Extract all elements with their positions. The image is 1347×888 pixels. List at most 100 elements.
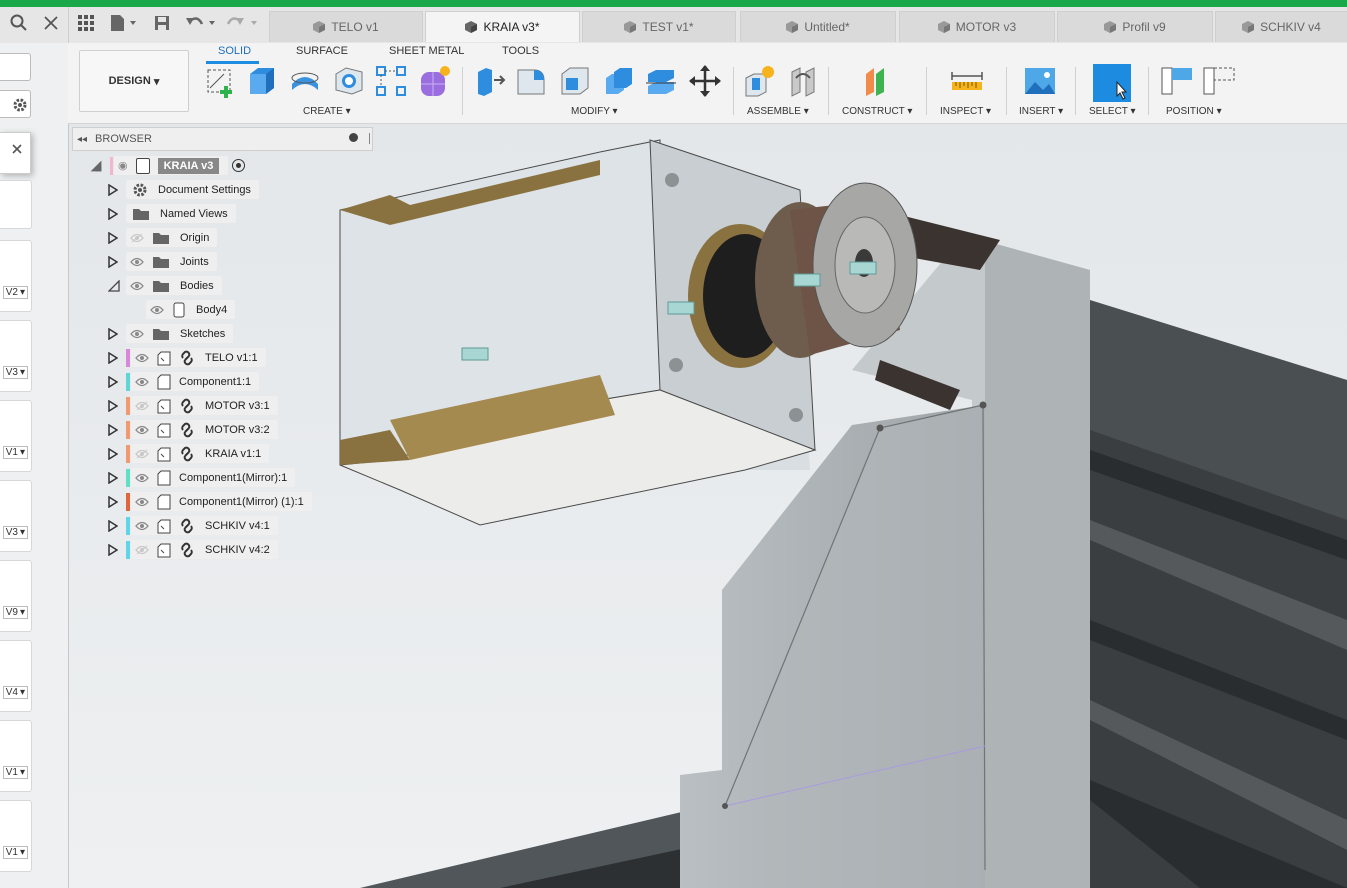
create-menu[interactable]: CREATE ▾ <box>303 106 351 117</box>
tab-surface[interactable]: SURFACE <box>296 45 348 57</box>
eye-icon[interactable] <box>135 425 151 435</box>
tab-solid[interactable]: SOLID <box>218 45 251 57</box>
version-badge[interactable]: V1 ▾ <box>2 846 28 859</box>
browser-node[interactable]: Named Views <box>126 204 236 223</box>
browser-node[interactable]: SCHKIV v4:2 <box>131 540 278 559</box>
new-component-icon[interactable] <box>742 64 776 98</box>
root-node[interactable]: ◉ KRAIA v3 <box>114 156 228 175</box>
hole-icon[interactable] <box>332 64 366 98</box>
expand-toggle-icon[interactable] <box>108 543 119 559</box>
version-badge[interactable]: V1 ▾ <box>2 446 28 459</box>
capture-position-icon[interactable] <box>1160 64 1194 98</box>
expand-toggle-icon[interactable] <box>108 351 119 367</box>
expand-toggle-icon[interactable] <box>108 399 119 415</box>
data-card[interactable]: V1 ▾ <box>0 720 32 792</box>
position-menu[interactable]: POSITION ▾ <box>1166 106 1222 117</box>
expand-toggle-icon[interactable] <box>108 183 119 199</box>
joint-icon[interactable] <box>786 64 820 98</box>
doc-tab-test[interactable]: TEST v1* <box>582 11 736 42</box>
eye-hidden-icon[interactable] <box>130 233 146 243</box>
browser-node[interactable]: Bodies <box>126 276 222 295</box>
doc-tab-motor[interactable]: MOTOR v3 <box>899 11 1055 42</box>
expand-toggle-icon[interactable] <box>108 471 119 487</box>
browser-minimize-icon[interactable] <box>349 133 358 142</box>
browser-node[interactable]: Component1(Mirror) (1):1 <box>131 492 312 511</box>
doc-tab-kraia[interactable]: KRAIA v3* <box>425 11 580 42</box>
expand-toggle-icon[interactable] <box>108 255 119 271</box>
expand-toggle-icon[interactable] <box>108 423 119 439</box>
insert-menu[interactable]: INSERT ▾ <box>1019 106 1063 117</box>
revolve-icon[interactable] <box>288 64 322 98</box>
browser-node[interactable]: Component1(Mirror):1 <box>131 468 296 487</box>
doc-tab-schkiv[interactable]: SCHKIV v4 <box>1215 11 1347 42</box>
eye-icon[interactable] <box>135 353 151 363</box>
pattern-icon[interactable] <box>374 64 408 98</box>
data-card[interactable]: V1 ▾ <box>0 800 32 872</box>
tab-tools[interactable]: TOOLS <box>502 45 539 57</box>
split-body-icon[interactable] <box>644 64 678 98</box>
eye-icon[interactable] <box>135 497 151 507</box>
doc-tab-untitled[interactable]: Untitled* <box>740 11 896 42</box>
search-icon[interactable] <box>8 12 30 34</box>
eye-icon[interactable] <box>130 329 146 339</box>
create-form-icon[interactable] <box>418 64 452 98</box>
eye-icon[interactable] <box>150 305 166 315</box>
expand-toggle-icon[interactable] <box>108 327 119 343</box>
browser-node[interactable]: KRAIA v1:1 <box>131 444 270 463</box>
root-expand-toggle[interactable] <box>90 160 102 172</box>
collapse-icon[interactable]: ◂◂ <box>77 134 87 145</box>
revert-position-icon[interactable] <box>1202 64 1236 98</box>
data-card[interactable]: V1 ▾ <box>0 400 32 472</box>
browser-node[interactable]: Joints <box>126 252 217 271</box>
eye-icon[interactable] <box>135 377 151 387</box>
create-sketch-icon[interactable] <box>204 64 238 98</box>
version-badge[interactable]: V3 ▾ <box>2 526 28 539</box>
eye-icon[interactable]: ◉ <box>118 159 128 172</box>
panel-input[interactable] <box>0 53 31 81</box>
eye-icon[interactable] <box>130 257 146 267</box>
browser-node[interactable]: TELO v1:1 <box>131 348 266 367</box>
browser-node[interactable]: Sketches <box>126 324 234 343</box>
undo-icon[interactable] <box>184 13 218 33</box>
press-pull-icon[interactable] <box>472 64 506 98</box>
expand-toggle-icon[interactable] <box>108 519 119 535</box>
expand-toggle-icon[interactable] <box>108 207 119 223</box>
grid-menu-icon[interactable] <box>76 13 96 33</box>
tab-sheet-metal[interactable]: SHEET METAL <box>389 45 464 57</box>
extrude-icon[interactable] <box>244 64 278 98</box>
data-card[interactable]: V3 ▾ <box>0 480 32 552</box>
version-badge[interactable]: V2 ▾ <box>2 286 28 299</box>
activate-radio-icon[interactable] <box>232 159 245 172</box>
shell-icon[interactable] <box>558 64 592 98</box>
workspace-switcher[interactable]: DESIGN ▾ <box>79 50 189 112</box>
eye-icon[interactable] <box>135 521 151 531</box>
browser-node[interactable]: Body4 <box>146 300 236 319</box>
select-menu[interactable]: SELECT ▾ <box>1089 106 1136 117</box>
version-badge[interactable]: V3 ▾ <box>2 366 28 379</box>
eye-hidden-icon[interactable] <box>135 449 151 459</box>
browser-node[interactable]: Origin <box>126 228 218 247</box>
browser-node[interactable]: SCHKIV v4:1 <box>131 516 278 535</box>
eye-hidden-icon[interactable] <box>135 545 151 555</box>
redo-icon[interactable] <box>226 13 260 33</box>
collapse-toggle-icon[interactable] <box>107 279 120 295</box>
settings-gear-icon[interactable] <box>10 95 30 115</box>
version-badge[interactable]: V9 ▾ <box>2 606 28 619</box>
eye-hidden-icon[interactable] <box>135 401 151 411</box>
select-tool-button[interactable] <box>1093 64 1131 102</box>
browser-node[interactable]: MOTOR v3:2 <box>131 420 278 439</box>
move-icon[interactable] <box>688 64 722 98</box>
doc-tab-profil[interactable]: Profil v9 <box>1057 11 1213 42</box>
data-card[interactable]: V4 ▾ <box>0 640 32 712</box>
file-menu-icon[interactable] <box>108 13 138 33</box>
browser-node[interactable]: Component1:1 <box>131 372 260 391</box>
browser-node[interactable]: MOTOR v3:1 <box>131 396 278 415</box>
browser-resize-handle[interactable] <box>369 133 370 144</box>
data-card[interactable]: V3 ▾ <box>0 320 32 392</box>
assemble-menu[interactable]: ASSEMBLE ▾ <box>747 106 809 117</box>
offset-plane-icon[interactable] <box>860 64 894 98</box>
insert-image-icon[interactable] <box>1023 64 1057 98</box>
browser-node[interactable]: Document Settings <box>126 180 259 199</box>
expand-toggle-icon[interactable] <box>108 495 119 511</box>
fillet-icon[interactable] <box>514 64 548 98</box>
